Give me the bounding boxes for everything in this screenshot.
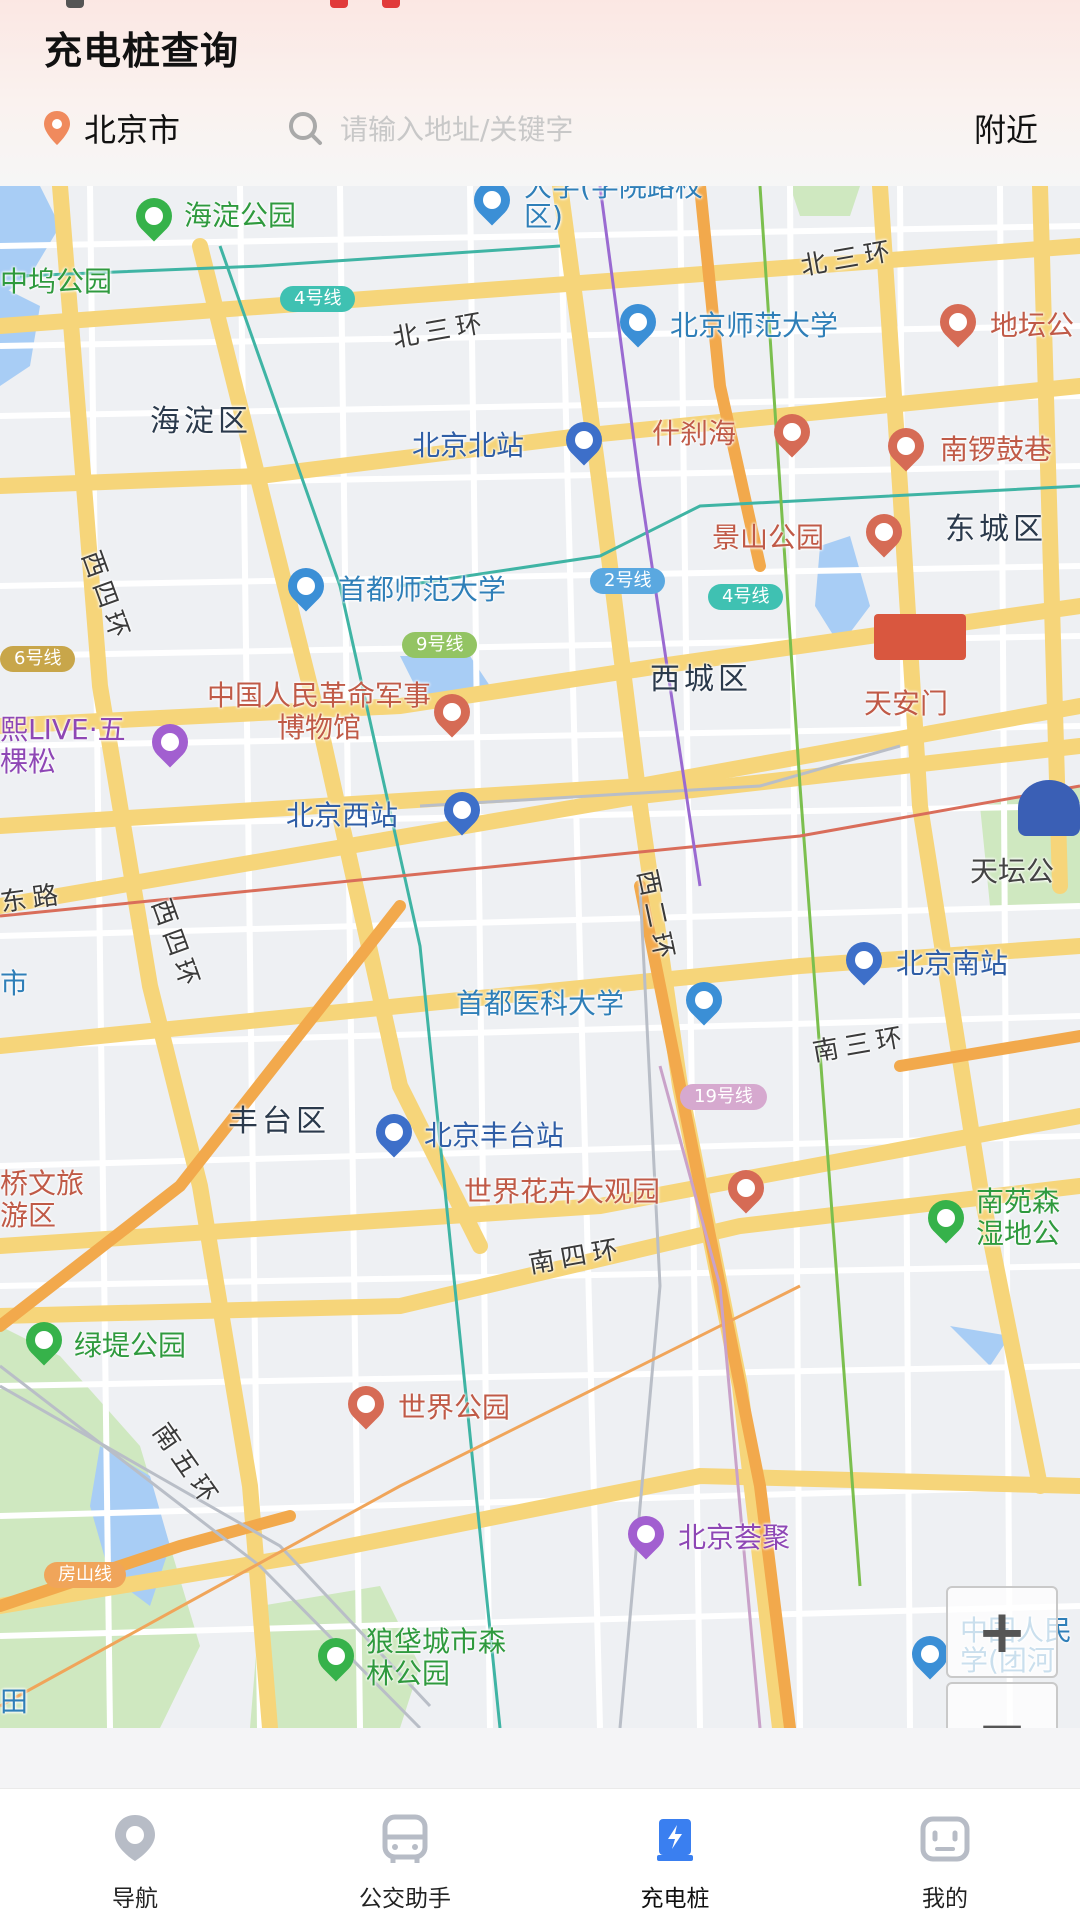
tab-profile[interactable]: 我的 [810,1789,1080,1920]
map-label-edge: 田 [0,1685,29,1718]
search-icon [289,112,322,145]
map-label-station[interactable]: 北京南站 [896,942,1008,982]
metro-line-tag: 4号线 [280,286,356,312]
map-label-sight[interactable]: 世界花卉大观园 [464,1170,660,1210]
search-placeholder: 请输入地址/关键字 [340,113,574,146]
map-label-sight[interactable]: 什刹海 [652,412,736,452]
metro-line-tag: 房山线 [44,1562,126,1588]
map-label-park[interactable]: 狼垡城市森林公园 [366,1626,526,1690]
map-label-district: 丰台区 [228,1104,330,1139]
tiananmen-icon[interactable] [874,614,966,660]
metro-line-tag: 2号线 [590,568,666,594]
metro-line-tag: 19号线 [680,1084,767,1110]
map-label-university[interactable]: 首都师范大学 [338,568,506,608]
charging-pile-icon [657,1819,693,1861]
map-label-sight[interactable]: 天安门 [864,682,948,722]
tab-charging-pile[interactable]: 充电桩 [540,1789,810,1920]
map-label-park[interactable]: 南苑森湿地公 [976,1186,1080,1250]
zoom-in-button[interactable]: + [946,1586,1058,1678]
city-label: 北京市 [84,111,181,149]
map-label-park[interactable]: 海淀公园 [184,194,296,234]
map-label-university[interactable]: 大学(学院路校区) [524,186,704,232]
map-label-edge: 桥文旅游区 [0,1167,85,1232]
map-view[interactable]: 海淀区 东城区 西城区 丰台区 北三环 北三环 西四环 西四环 西二环 南三环 … [0,186,1080,1728]
map-label-station[interactable]: 北京北站 [412,424,524,464]
tab-label: 导航 [112,1886,158,1912]
map-label-university[interactable]: 首都医科大学 [456,982,624,1022]
search-input[interactable]: 请输入地址/关键字 [286,106,886,150]
page-title: 充电桩查询 [44,29,240,73]
map-label-district: 东城区 [945,512,1047,547]
map-label-edge: 市 [0,967,29,1000]
map-label-station[interactable]: 北京西站 [286,794,398,834]
metro-line-tag: 9号线 [402,632,478,658]
map-label-sight[interactable]: 中国人民革命军事博物馆 [206,680,432,744]
status-bar-fragment [0,0,1080,14]
header: 充电桩查询 北京市 请输入地址/关键字 附近 [0,0,1080,186]
map-label-station[interactable]: 北京丰台站 [424,1114,564,1154]
tab-label: 公交助手 [359,1886,451,1912]
map-label-university[interactable]: 北京师范大学 [670,304,838,344]
map-label-park[interactable]: 绿堤公园 [74,1324,186,1364]
map-label-mall[interactable]: 北京荟聚 [678,1516,790,1556]
map-label-sight[interactable]: 世界公园 [398,1386,510,1426]
city-selector[interactable]: 北京市 [42,106,180,150]
tab-navigation[interactable]: 导航 [0,1789,270,1920]
bottom-tab-bar: 导航 公交助手 充电桩 我的 [0,1788,1080,1920]
map-label-sight[interactable]: 南锣鼓巷 [940,428,1052,468]
map-label-sight[interactable]: 天坛公 [970,850,1054,890]
metro-line-tag: 4号线 [708,584,784,610]
zoom-out-button[interactable]: − [946,1682,1058,1728]
tab-label: 充电桩 [640,1886,710,1912]
tab-label: 我的 [922,1886,968,1912]
nearby-button[interactable]: 附近 [974,106,1038,150]
map-label-park[interactable]: 中坞公园 [0,260,112,300]
search-row: 北京市 请输入地址/关键字 附近 [0,100,1080,160]
map-label-mall[interactable]: 熙LIVE·五棵松 [0,714,140,778]
profile-icon [920,1816,970,1862]
temple-of-heaven-icon[interactable] [1018,780,1080,836]
bus-icon [382,1814,428,1863]
metro-line-tag: 6号线 [0,646,76,672]
location-pin-icon [115,1815,155,1861]
map-label-sight[interactable]: 景山公园 [712,516,824,556]
location-pin-icon [44,111,70,145]
tab-bus-assistant[interactable]: 公交助手 [270,1789,540,1920]
map-label-district: 海淀区 [150,404,252,439]
map-label-district: 西城区 [650,662,752,697]
map-label-sight[interactable]: 地坛公 [990,304,1074,344]
